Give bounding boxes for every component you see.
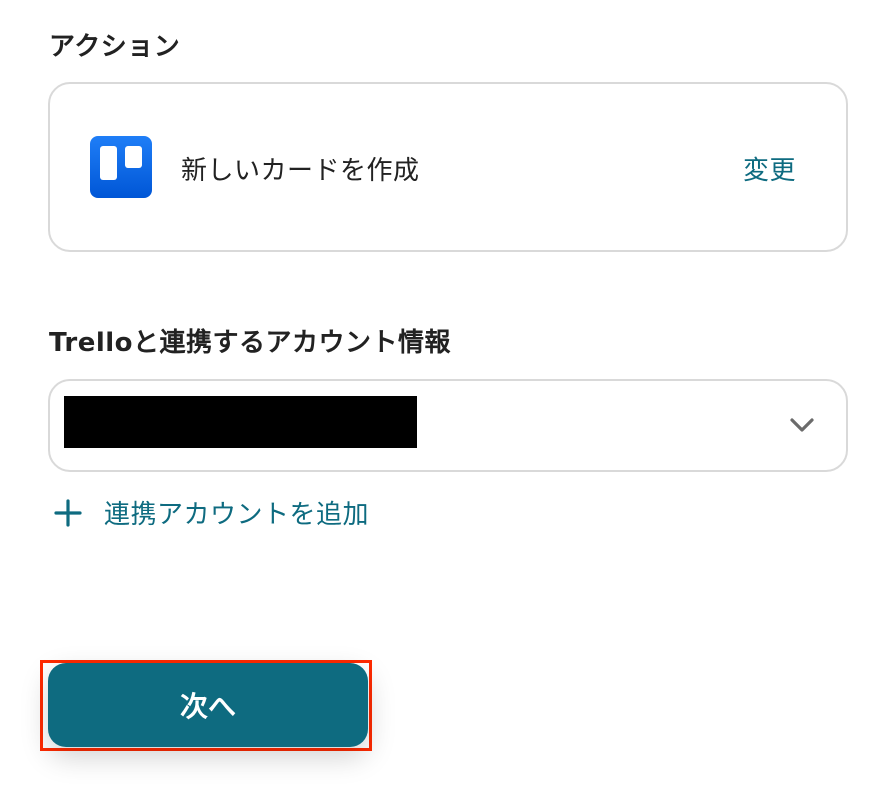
trello-logo-icon (90, 136, 152, 198)
action-card: 新しいカードを作成 変更 (48, 82, 848, 252)
action-title: 新しいカードを作成 (181, 156, 420, 186)
trello-action-settings-page: アクション 新しいカードを作成 変更 Trelloと連携するアカウント情報 連携… (0, 0, 896, 788)
plus-icon (54, 498, 82, 527)
next-button-label: 次へ (179, 690, 236, 723)
next-button[interactable]: 次へ (48, 663, 368, 747)
chevron-down-icon (790, 418, 814, 432)
action-section-label: アクション (49, 32, 181, 62)
account-section-label: Trelloと連携するアカウント情報 (49, 328, 452, 358)
account-select[interactable] (48, 379, 848, 472)
change-action-button[interactable]: 変更 (743, 150, 796, 187)
add-account-label: 連携アカウントを追加 (104, 500, 370, 530)
redacted-account-value (64, 396, 417, 448)
add-account-button[interactable]: 連携アカウントを追加 (54, 494, 369, 531)
